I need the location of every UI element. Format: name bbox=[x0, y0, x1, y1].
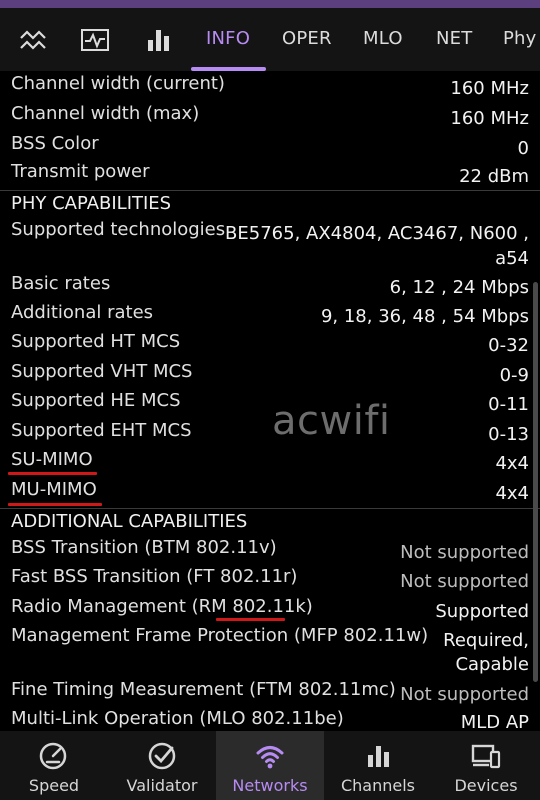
nav-label: Validator bbox=[126, 776, 198, 795]
su-mimo-highlight-underline bbox=[8, 472, 97, 475]
row-label: Supported HE MCS bbox=[11, 390, 181, 411]
row-value: Not supported bbox=[400, 684, 529, 705]
section-divider bbox=[0, 508, 540, 509]
row-value: 0-32 bbox=[488, 335, 529, 356]
row-value-continuation: Capable bbox=[455, 654, 529, 675]
row-value: Required, bbox=[443, 630, 529, 651]
row-value: Supported bbox=[435, 601, 529, 622]
check-circle-icon bbox=[147, 741, 177, 771]
section-divider bbox=[0, 190, 540, 191]
row-label: Radio Management (RM 802.11k) bbox=[11, 596, 313, 617]
tab-oper[interactable]: OPER bbox=[282, 28, 332, 49]
row-label: Supported VHT MCS bbox=[11, 361, 193, 382]
row-label: Supported technologies bbox=[11, 219, 226, 240]
nav-devices[interactable]: Devices bbox=[432, 731, 540, 800]
row-value: 160 MHz bbox=[450, 78, 529, 99]
row-value: 4x4 bbox=[495, 483, 529, 504]
row-label: Channel width (current) bbox=[11, 73, 225, 94]
row-value: 0 bbox=[517, 138, 529, 159]
speedometer-icon bbox=[38, 741, 68, 771]
top-tab-bar: INFO OPER MLO NET Phy bbox=[0, 8, 540, 71]
row-value: 0-9 bbox=[499, 365, 529, 386]
rm-802-11k-highlight-underline bbox=[216, 618, 285, 621]
row-label: SU-MIMO bbox=[11, 449, 93, 470]
tab-phy[interactable]: Phy bbox=[503, 28, 537, 49]
row-label: Multi-Link Operation (MLO 802.11be) bbox=[11, 708, 344, 729]
row-value: 0-13 bbox=[488, 424, 529, 445]
mu-mimo-highlight-underline bbox=[8, 503, 102, 506]
nav-label: Speed bbox=[28, 776, 80, 795]
bottom-nav: Speed Validator Networks Channels Device… bbox=[0, 731, 540, 800]
nav-label: Devices bbox=[454, 776, 518, 795]
nav-validator[interactable]: Validator bbox=[108, 731, 216, 800]
tab-info[interactable]: INFO bbox=[206, 28, 250, 49]
row-value: 0-11 bbox=[488, 394, 529, 415]
row-value-continuation: a54 bbox=[495, 248, 529, 269]
row-label: MU-MIMO bbox=[11, 479, 97, 500]
row-value: Not supported bbox=[400, 571, 529, 592]
bar-chart-icon[interactable] bbox=[143, 26, 173, 54]
nav-label: Networks bbox=[232, 776, 308, 795]
scrollbar[interactable] bbox=[533, 282, 538, 682]
status-strip bbox=[0, 0, 540, 8]
row-value: 9, 18, 36, 48 , 54 Mbps bbox=[320, 306, 529, 327]
stats-icon[interactable] bbox=[18, 26, 48, 54]
row-label: Fine Timing Measurement (FTM 802.11mc) bbox=[11, 679, 396, 700]
row-label: Management Frame Protection (MFP 802.11w… bbox=[11, 625, 429, 646]
nav-networks[interactable]: Networks bbox=[216, 731, 324, 800]
row-value: 22 dBm bbox=[459, 166, 529, 187]
row-label: Supported HT MCS bbox=[11, 331, 181, 352]
phy-capabilities-title: PHY CAPABILITIES bbox=[11, 193, 172, 214]
row-label: BSS Transition (BTM 802.11v) bbox=[11, 537, 277, 558]
devices-icon bbox=[471, 741, 501, 771]
row-label: Additional rates bbox=[11, 302, 154, 323]
watermark: acwifi bbox=[272, 398, 391, 444]
row-label: Transmit power bbox=[11, 161, 150, 182]
row-value: 6, 12 , 24 Mbps bbox=[389, 277, 529, 298]
row-value: MLD AP bbox=[460, 712, 529, 731]
row-value: 4x4 bbox=[495, 453, 529, 474]
row-label: Supported EHT MCS bbox=[11, 420, 192, 441]
tab-net[interactable]: NET bbox=[436, 28, 472, 49]
row-label: Basic rates bbox=[11, 273, 111, 294]
nav-speed[interactable]: Speed bbox=[0, 731, 108, 800]
tab-mlo[interactable]: MLO bbox=[363, 28, 403, 49]
wifi-icon bbox=[255, 741, 285, 771]
row-value: Not supported bbox=[400, 542, 529, 563]
row-label: Fast BSS Transition (FT 802.11r) bbox=[11, 566, 298, 587]
bar-chart-icon bbox=[363, 741, 393, 771]
row-value: 160 MHz bbox=[450, 108, 529, 129]
info-content[interactable]: Channel width (current) 160 MHz Channel … bbox=[0, 71, 540, 731]
row-label: BSS Color bbox=[11, 133, 99, 154]
nav-label: Channels bbox=[340, 776, 416, 795]
additional-capabilities-title: ADDITIONAL CAPABILITIES bbox=[11, 511, 248, 532]
row-value: BE5765, AX4804, AC3467, N600 , bbox=[225, 223, 529, 244]
row-label: Channel width (max) bbox=[11, 103, 200, 124]
nav-channels[interactable]: Channels bbox=[324, 731, 432, 800]
activity-icon[interactable] bbox=[80, 26, 110, 54]
